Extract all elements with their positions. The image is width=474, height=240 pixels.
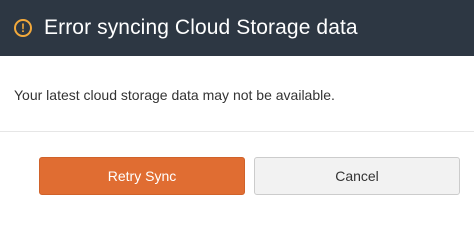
cancel-button[interactable]: Cancel	[254, 157, 460, 195]
dialog-body: Your latest cloud storage data may not b…	[0, 56, 474, 132]
dialog-header: ! Error syncing Cloud Storage data	[0, 0, 474, 56]
dialog-message: Your latest cloud storage data may not b…	[14, 87, 335, 103]
sync-error-dialog: ! Error syncing Cloud Storage data Your …	[0, 0, 474, 207]
retry-sync-button[interactable]: Retry Sync	[39, 157, 245, 195]
warning-icon: !	[14, 19, 32, 37]
dialog-title: Error syncing Cloud Storage data	[44, 16, 358, 39]
dialog-footer: Retry Sync Cancel	[0, 132, 474, 207]
